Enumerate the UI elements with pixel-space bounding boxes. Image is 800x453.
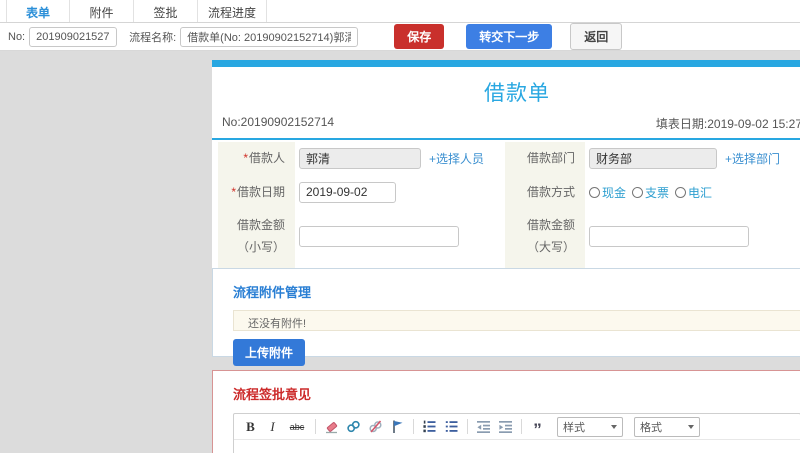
loan-date-input[interactable]: [299, 181, 396, 203]
amount-big-field: [585, 209, 800, 264]
editor-toolbar: B I abc ” 样式 格式: [234, 414, 800, 440]
bold-icon[interactable]: B: [242, 418, 259, 435]
attachments-header: 流程附件管理: [233, 285, 312, 300]
link-icon[interactable]: [345, 418, 362, 435]
method-wire-option[interactable]: 电汇: [675, 184, 712, 201]
ordered-list-icon[interactable]: [421, 418, 438, 435]
department-label: 借款部门: [505, 142, 585, 176]
doc-fill-date: 填表日期:2019-09-02 15:27:1: [655, 117, 800, 131]
flow-name-label: 流程名称:: [129, 31, 177, 44]
approval-header: 流程签批意见: [233, 387, 312, 402]
back-button[interactable]: 返回: [570, 23, 623, 50]
anchor-flag-icon[interactable]: [389, 418, 406, 435]
borrower-field: +选择人员: [295, 142, 505, 176]
method-check-radio[interactable]: [632, 186, 644, 198]
page: 表单 附件 签批 流程进度 No: 流程名称: 保存 转交下一步 返回 借款单 …: [0, 0, 800, 453]
toolbar-separator: [413, 419, 414, 434]
styles-select[interactable]: 样式: [557, 416, 623, 437]
content-area: 借款单 No:20190902152714 填表日期:2019-09-02 15…: [0, 51, 800, 453]
upload-attachment-button[interactable]: 上传附件: [233, 339, 306, 366]
editor-body[interactable]: [234, 440, 800, 453]
tab-progress[interactable]: 流程进度: [198, 0, 268, 22]
doc-number: No:20190902152714: [222, 115, 335, 129]
unordered-list-icon[interactable]: [443, 418, 460, 435]
format-select[interactable]: 格式: [634, 416, 700, 437]
flow-name-input[interactable]: [180, 26, 359, 47]
toolbar-separator: [315, 419, 316, 434]
select-person-link[interactable]: +选择人员: [429, 150, 484, 167]
method-cash-option[interactable]: 现金: [589, 184, 626, 201]
approval-panel: 流程签批意见 B I abc ” 样式 格式: [212, 370, 800, 453]
tab-bar: 表单 附件 签批 流程进度: [0, 0, 800, 23]
tab-approval[interactable]: 签批: [134, 0, 198, 22]
department-field: +选择部门: [585, 142, 800, 176]
loan-date-label: *借款日期: [218, 175, 295, 210]
select-department-link[interactable]: +选择部门: [725, 150, 780, 167]
borrower-label: *借款人: [218, 142, 295, 176]
tab-form[interactable]: 表单: [6, 0, 70, 22]
unlink-icon[interactable]: [367, 418, 384, 435]
method-check-option[interactable]: 支票: [632, 184, 669, 201]
no-label: No:: [8, 30, 26, 43]
toolbar-separator: [467, 419, 468, 434]
blockquote-icon[interactable]: ”: [529, 418, 546, 438]
loan-method-field: 现金 支票 电汇: [585, 176, 800, 210]
form-title: 借款单: [484, 82, 550, 105]
required-asterisk: *: [231, 184, 236, 199]
method-wire-radio[interactable]: [675, 186, 687, 198]
top-accent-bar: [212, 60, 800, 67]
italic-icon[interactable]: I: [264, 418, 281, 435]
tab-attachments[interactable]: 附件: [70, 0, 134, 22]
loan-method-radio-group: 现金 支票 电汇: [589, 184, 712, 201]
method-cash-radio[interactable]: [589, 186, 600, 198]
loan-date-field: [295, 176, 505, 210]
chevron-down-icon: [611, 424, 617, 429]
remove-format-icon[interactable]: [323, 418, 340, 435]
chevron-down-icon: [688, 424, 694, 429]
no-attachments-alert: 还没有附件!: [233, 310, 800, 331]
amount-small-field: [295, 209, 505, 264]
rich-text-editor: B I abc ” 样式 格式: [233, 413, 800, 453]
strikethrough-icon[interactable]: abc: [286, 418, 308, 435]
amount-small-label: 借款金额（小写）: [218, 209, 295, 265]
no-input[interactable]: [29, 26, 118, 47]
borrower-input[interactable]: [299, 148, 421, 170]
outdent-icon[interactable]: [475, 418, 492, 435]
required-asterisk: *: [243, 151, 248, 165]
divider-line: [212, 138, 800, 140]
action-toolbar: No: 流程名称: 保存 转交下一步 返回: [0, 23, 800, 51]
doc-meta-row: No:20190902152714 填表日期:2019-09-02 15:27:…: [212, 113, 800, 138]
amount-big-label: 借款金额（大写）: [505, 209, 585, 265]
forward-next-step-button[interactable]: 转交下一步: [466, 24, 553, 49]
amount-small-input[interactable]: [299, 226, 459, 248]
toolbar-separator: [521, 419, 522, 434]
department-input[interactable]: [589, 148, 717, 170]
save-button[interactable]: 保存: [394, 24, 445, 49]
loan-method-label: 借款方式: [505, 175, 585, 210]
attachments-panel: 流程附件管理 还没有附件! 上传附件: [212, 268, 800, 366]
amount-big-input[interactable]: [589, 226, 749, 248]
indent-icon[interactable]: [497, 418, 514, 435]
